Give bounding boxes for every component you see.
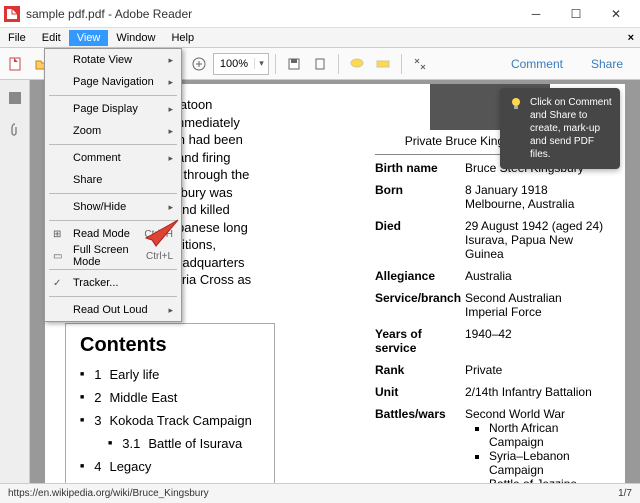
menu-edit[interactable]: Edit <box>34 30 69 46</box>
separator <box>275 54 276 74</box>
toc-item[interactable]: 3Kokoda Track Campaign <box>80 413 260 428</box>
status-bar: https://en.wikipedia.org/wiki/Bruce_King… <box>0 483 640 503</box>
battle-item: Syria–Lebanon Campaign <box>489 449 605 477</box>
title-bar: sample pdf.pdf - Adobe Reader ─ ☐ ✕ <box>0 0 640 28</box>
tooltip-text: Click on Comment and Share to create, ma… <box>530 96 612 161</box>
lightbulb-icon <box>508 96 524 112</box>
close-button[interactable]: ✕ <box>596 1 636 27</box>
read-mode-button[interactable] <box>408 52 432 76</box>
menu-item-tracker-[interactable]: ✓Tracker... <box>45 272 181 294</box>
menu-item-share[interactable]: Share <box>45 169 181 191</box>
submenu-arrow-icon: ▸ <box>168 202 173 213</box>
menu-item-show-hide[interactable]: Show/Hide▸ <box>45 196 181 218</box>
menubar-close-icon[interactable]: × <box>622 32 640 44</box>
table-of-contents: Contents 1Early life 2Middle East 3Kokoda … <box>65 323 275 483</box>
hint-tooltip: Click on Comment and Share to create, ma… <box>500 88 620 169</box>
maximize-button[interactable]: ☐ <box>556 1 596 27</box>
infobox-row-unit: Unit2/14th Infantry Battalion <box>375 385 605 399</box>
nav-sidebar <box>0 80 30 483</box>
infobox-row-born: Born8 January 1918 Melbourne, Australia <box>375 183 605 211</box>
infobox-row-died: Died29 August 1942 (aged 24) Isurava, Pa… <box>375 219 605 261</box>
menu-item-icon: ▭ <box>53 251 69 262</box>
toc-item[interactable]: 4Legacy <box>80 459 260 474</box>
comment-button[interactable]: Comment <box>498 52 576 76</box>
status-url: https://en.wikipedia.org/wiki/Bruce_King… <box>8 488 209 499</box>
submenu-arrow-icon: ▸ <box>168 104 173 115</box>
menu-item-read-mode[interactable]: ⊞Read ModeCtrl+H <box>45 223 181 245</box>
zoom-combo[interactable]: ▾ <box>213 53 269 75</box>
toc-item[interactable]: 2Middle East <box>80 390 260 405</box>
submenu-arrow-icon: ▸ <box>168 305 173 316</box>
highlight-button[interactable] <box>371 52 395 76</box>
minimize-button[interactable]: ─ <box>516 1 556 27</box>
zoom-dropdown-icon[interactable]: ▾ <box>254 58 268 69</box>
export-pdf-button[interactable] <box>4 52 28 76</box>
toc-subitem[interactable]: 3.1Battle of Isurava <box>108 436 260 451</box>
annotate-button[interactable] <box>345 52 369 76</box>
view-menu-dropdown: Rotate View▸Page Navigation▸ Page Display… <box>44 48 182 322</box>
app-icon <box>4 6 20 22</box>
menu-item-full-screen-mode[interactable]: ▭Full Screen ModeCtrl+L <box>45 245 181 267</box>
submenu-arrow-icon: ▸ <box>168 126 173 137</box>
infobox-row-years: Years of service1940–42 <box>375 327 605 355</box>
menu-view[interactable]: View <box>69 30 109 46</box>
menu-item-read-out-loud[interactable]: Read Out Loud▸ <box>45 299 181 321</box>
menu-file[interactable]: File <box>0 30 34 46</box>
menu-item-zoom[interactable]: Zoom▸ <box>45 120 181 142</box>
contents-heading: Contents <box>80 334 260 357</box>
separator <box>401 54 402 74</box>
menu-item-comment[interactable]: Comment▸ <box>45 147 181 169</box>
fit-page-button[interactable] <box>308 52 332 76</box>
menu-window[interactable]: Window <box>108 30 163 46</box>
submenu-arrow-icon: ▸ <box>168 55 173 66</box>
share-button[interactable]: Share <box>578 52 636 76</box>
battle-item: North African Campaign <box>489 421 605 449</box>
infobox-row-service: Service/branchSecond Australian Imperial… <box>375 291 605 319</box>
zoom-in-button[interactable] <box>187 52 211 76</box>
toc-item[interactable]: 1Early life <box>80 367 260 382</box>
menu-bar: FileEditViewWindowHelp × <box>0 28 640 48</box>
page-indicator: 1/7 <box>618 488 632 499</box>
infobox-row-battles: Battles/warsSecond World WarNorth Africa… <box>375 407 605 483</box>
window-title: sample pdf.pdf - Adobe Reader <box>26 7 516 21</box>
submenu-arrow-icon: ▸ <box>168 153 173 164</box>
attachments-tab[interactable] <box>1 116 29 144</box>
menu-item-page-navigation[interactable]: Page Navigation▸ <box>45 71 181 93</box>
infobox-row-rank: RankPrivate <box>375 363 605 377</box>
menu-help[interactable]: Help <box>163 30 202 46</box>
save-button[interactable] <box>282 52 306 76</box>
menu-item-page-display[interactable]: Page Display▸ <box>45 98 181 120</box>
infobox-row-allegiance: AllegianceAustralia <box>375 269 605 283</box>
separator <box>338 54 339 74</box>
thumbnails-tab[interactable] <box>1 84 29 112</box>
infobox: Birth nameBruce Steel KingsburyBorn8 Jan… <box>375 154 605 483</box>
menu-item-rotate-view[interactable]: Rotate View▸ <box>45 49 181 71</box>
menu-item-icon: ✓ <box>53 278 69 289</box>
menu-item-icon: ⊞ <box>53 229 69 240</box>
submenu-arrow-icon: ▸ <box>168 77 173 88</box>
zoom-input[interactable] <box>214 58 254 70</box>
